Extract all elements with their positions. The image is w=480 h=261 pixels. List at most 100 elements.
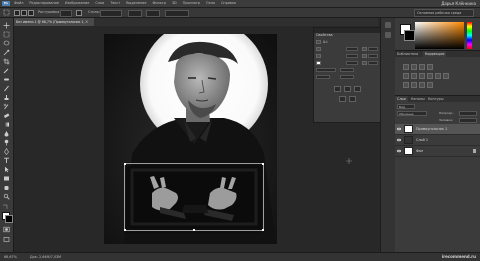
fill-swatch[interactable] <box>316 61 321 65</box>
align-button[interactable] <box>339 96 346 102</box>
menu-image[interactable]: Изображение <box>65 1 89 6</box>
lasso-tool-icon[interactable] <box>3 40 10 47</box>
posterize-icon[interactable] <box>411 82 417 88</box>
layer-row[interactable]: Прямоугольник 1 <box>395 124 480 135</box>
document-tab[interactable]: Без имени-1 @ 66,7% (Прямоугольник 1, RG… <box>13 18 94 32</box>
hue-slider[interactable] <box>467 22 472 49</box>
stroke-width-field[interactable] <box>346 61 358 65</box>
blur-tool-icon[interactable] <box>3 130 10 137</box>
crop-tool-icon[interactable] <box>3 58 10 65</box>
rectangle-shape-layer[interactable] <box>124 163 264 231</box>
menu-window[interactable]: Окно <box>206 1 215 6</box>
layer-filter-select[interactable]: Вид <box>397 104 415 109</box>
width-input[interactable] <box>128 10 142 17</box>
eyedropper-tool-icon[interactable] <box>3 67 10 74</box>
zoom-tool-icon[interactable] <box>3 193 10 200</box>
layer-row[interactable]: Фон <box>395 146 480 157</box>
gradient-tool-icon[interactable] <box>3 121 10 128</box>
close-icon[interactable]: × <box>85 18 88 26</box>
add-selection-toggle[interactable] <box>21 10 27 16</box>
user-name[interactable]: Дарья Клёнкина <box>441 0 476 7</box>
photo-filter-icon[interactable] <box>435 73 441 79</box>
corner-radius-field[interactable] <box>316 75 330 79</box>
path-selection-tool-icon[interactable] <box>3 166 10 173</box>
menu-select[interactable]: Выделение <box>126 1 146 6</box>
screen-mode-icon[interactable] <box>3 236 10 243</box>
path-ops-button[interactable] <box>334 86 341 92</box>
type-tool-icon[interactable] <box>3 157 10 164</box>
color-balance-icon[interactable] <box>419 73 425 79</box>
properties-panel-icon[interactable] <box>385 32 391 38</box>
style-select[interactable] <box>100 10 122 17</box>
height-field[interactable] <box>368 47 378 51</box>
y-field[interactable] <box>368 54 378 58</box>
corner-radius-field[interactable] <box>340 68 354 72</box>
channel-mixer-icon[interactable] <box>443 73 449 79</box>
corner-radius-field[interactable] <box>316 68 336 72</box>
height-input[interactable] <box>146 10 160 17</box>
menu-view[interactable]: Просмотр <box>183 1 200 6</box>
menu-edit[interactable]: Редактирование <box>29 1 59 6</box>
marquee-tool-icon[interactable] <box>3 9 10 16</box>
exposure-icon[interactable] <box>427 64 433 70</box>
eye-icon[interactable] <box>397 138 401 142</box>
eye-icon[interactable] <box>397 127 401 131</box>
history-panel-icon[interactable] <box>385 22 391 28</box>
dodge-tool-icon[interactable] <box>3 139 10 146</box>
tab-libraries[interactable]: Библиотеки <box>395 51 420 57</box>
color-panel-background-swatch[interactable] <box>404 30 415 41</box>
tab-adjustments[interactable]: Коррекция <box>423 51 447 57</box>
color-picker-field[interactable] <box>415 22 464 49</box>
path-ops-button[interactable] <box>344 86 351 92</box>
menu-3d[interactable]: 3D <box>172 1 177 6</box>
link-icon[interactable] <box>362 47 367 51</box>
hue-saturation-icon[interactable] <box>411 73 417 79</box>
move-tool-icon[interactable] <box>3 22 10 29</box>
curves-icon[interactable] <box>419 64 425 70</box>
levels-icon[interactable] <box>411 64 417 70</box>
x-field[interactable] <box>346 54 358 58</box>
brightness-icon[interactable] <box>403 64 409 70</box>
layer-row[interactable]: Слой 1 <box>395 135 480 146</box>
history-brush-tool-icon[interactable] <box>3 103 10 110</box>
tab-channels[interactable]: Каналы <box>409 96 427 102</box>
workspace-select[interactable]: Основная рабочая среда <box>414 9 474 17</box>
blend-mode-select[interactable]: Обычные <box>397 111 427 116</box>
invert-icon[interactable] <box>403 82 409 88</box>
eraser-tool-icon[interactable] <box>3 112 10 119</box>
fill-field[interactable] <box>459 118 477 123</box>
path-ops-button[interactable] <box>354 86 361 92</box>
width-field[interactable] <box>346 47 358 51</box>
black-white-icon[interactable] <box>427 73 433 79</box>
feather-input[interactable] <box>60 10 72 17</box>
healing-brush-tool-icon[interactable] <box>3 76 10 83</box>
quick-select-tool-icon[interactable] <box>3 49 10 56</box>
vibrance-icon[interactable] <box>403 73 409 79</box>
opacity-field[interactable] <box>459 111 477 116</box>
clone-stamp-tool-icon[interactable] <box>3 94 10 101</box>
rectangle-tool-icon[interactable] <box>3 175 10 182</box>
menu-filter[interactable]: Фильтр <box>152 1 165 6</box>
quick-mask-icon[interactable] <box>3 226 10 233</box>
stroke-type-icon[interactable] <box>362 61 367 65</box>
refine-edge-button[interactable] <box>165 10 189 17</box>
menu-file[interactable]: Файл <box>14 1 23 6</box>
swap-colors-icon[interactable] <box>2 204 9 211</box>
menu-layers[interactable]: Слои <box>95 1 104 6</box>
antialias-checkbox[interactable] <box>76 10 82 16</box>
eye-icon[interactable] <box>397 149 401 153</box>
background-color-swatch[interactable] <box>5 215 13 223</box>
tab-paths[interactable]: Контуры <box>426 96 446 102</box>
pen-tool-icon[interactable] <box>3 148 10 155</box>
tab-layers[interactable]: Слои <box>395 96 408 102</box>
brush-tool-icon[interactable] <box>3 85 10 92</box>
menu-help[interactable]: Справка <box>221 1 236 6</box>
align-button[interactable] <box>349 96 356 102</box>
new-selection-toggle[interactable] <box>14 10 20 16</box>
gradient-map-icon[interactable] <box>427 82 433 88</box>
hand-tool-icon[interactable] <box>3 184 10 191</box>
marquee-tool-icon[interactable] <box>3 31 10 38</box>
stroke-align-field[interactable] <box>368 61 378 65</box>
corner-radius-field[interactable] <box>340 75 354 79</box>
subtract-selection-toggle[interactable] <box>28 10 34 16</box>
